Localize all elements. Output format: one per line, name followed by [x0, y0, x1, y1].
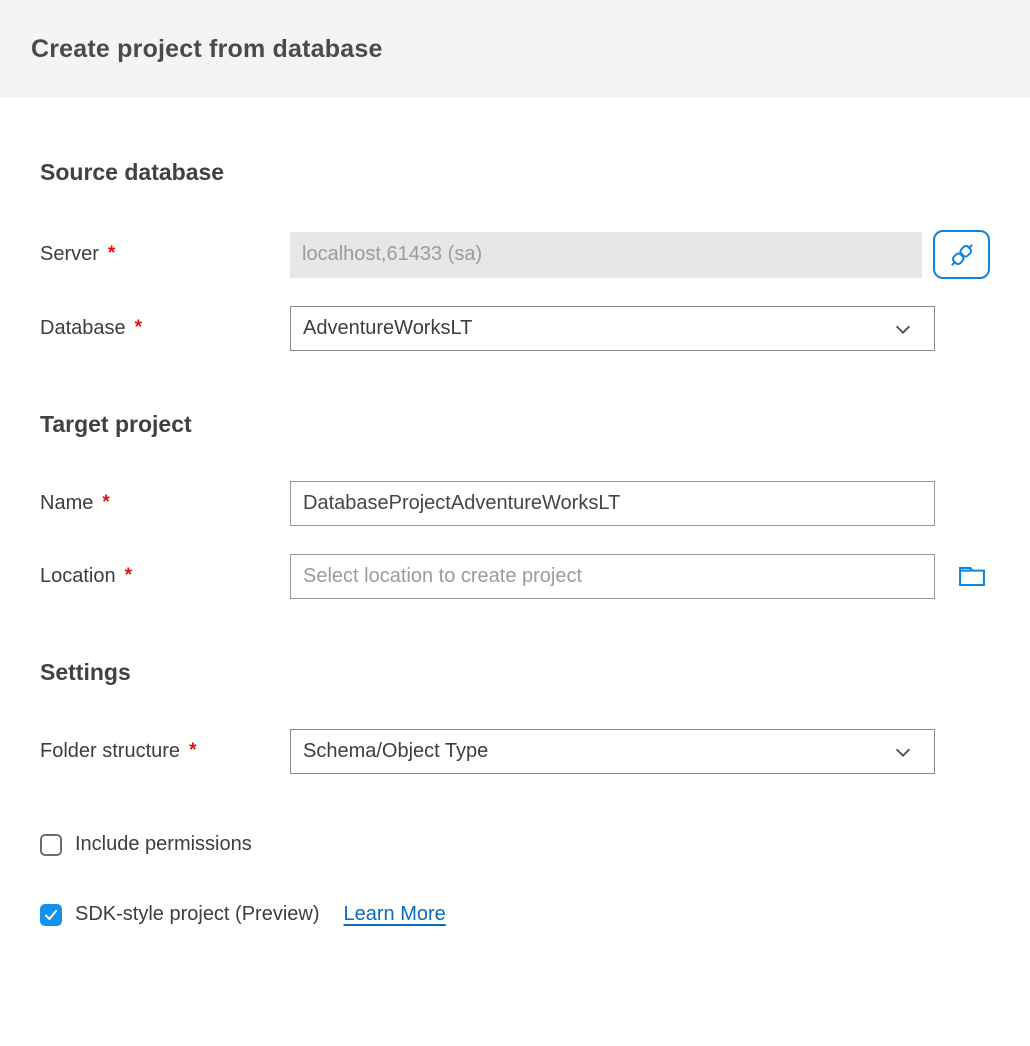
- page-title: Create project from database: [31, 35, 383, 64]
- section-heading-settings: Settings: [40, 658, 990, 686]
- folder-icon: [958, 564, 986, 589]
- chevron-down-icon: [892, 318, 914, 340]
- database-label: Database *: [40, 317, 290, 340]
- server-label: Server *: [40, 243, 290, 266]
- database-dropdown[interactable]: AdventureWorksLT: [290, 306, 935, 351]
- location-row: Location *: [40, 554, 990, 599]
- sdk-style-label: SDK-style project (Preview): [75, 903, 320, 926]
- include-permissions-checkbox[interactable]: [40, 834, 62, 856]
- project-name-input[interactable]: [290, 481, 935, 526]
- server-input: [290, 232, 922, 278]
- include-permissions-label: Include permissions: [75, 833, 252, 856]
- location-input[interactable]: [290, 554, 935, 599]
- connect-button[interactable]: [933, 230, 990, 279]
- name-label: Name *: [40, 492, 290, 515]
- dialog-header: Create project from database: [0, 0, 1030, 98]
- database-label-text: Database: [40, 317, 126, 339]
- chevron-down-icon: [892, 741, 914, 763]
- required-asterisk: *: [135, 317, 142, 338]
- server-row: Server *: [40, 230, 990, 279]
- required-asterisk: *: [108, 243, 115, 264]
- create-project-dialog: Create project from database Source data…: [0, 0, 1030, 1046]
- location-label-text: Location: [40, 565, 116, 587]
- required-asterisk: *: [125, 565, 132, 586]
- folder-structure-label-text: Folder structure: [40, 740, 180, 762]
- section-heading-source-database: Source database: [40, 158, 990, 186]
- checkmark-icon: [43, 907, 59, 923]
- required-asterisk: *: [189, 740, 196, 761]
- section-heading-target-project: Target project: [40, 410, 990, 438]
- database-dropdown-value: AdventureWorksLT: [303, 317, 472, 340]
- sdk-style-checkbox[interactable]: [40, 904, 62, 926]
- folder-structure-dropdown[interactable]: Schema/Object Type: [290, 729, 935, 774]
- plug-icon: [946, 239, 978, 271]
- name-label-text: Name: [40, 492, 93, 514]
- location-label: Location *: [40, 565, 290, 588]
- folder-structure-row: Folder structure * Schema/Object Type: [40, 729, 990, 774]
- server-label-text: Server: [40, 243, 99, 265]
- folder-structure-dropdown-value: Schema/Object Type: [303, 740, 488, 763]
- database-row: Database * AdventureWorksLT: [40, 306, 990, 351]
- required-asterisk: *: [102, 492, 109, 513]
- dialog-body: Source database Server * Database *: [0, 158, 1030, 926]
- learn-more-link[interactable]: Learn More: [344, 903, 446, 926]
- browse-folder-button[interactable]: [958, 564, 986, 589]
- name-row: Name *: [40, 481, 990, 526]
- sdk-style-row: SDK-style project (Preview) Learn More: [40, 903, 990, 926]
- include-permissions-row: Include permissions: [40, 833, 990, 856]
- folder-structure-label: Folder structure *: [40, 740, 290, 763]
